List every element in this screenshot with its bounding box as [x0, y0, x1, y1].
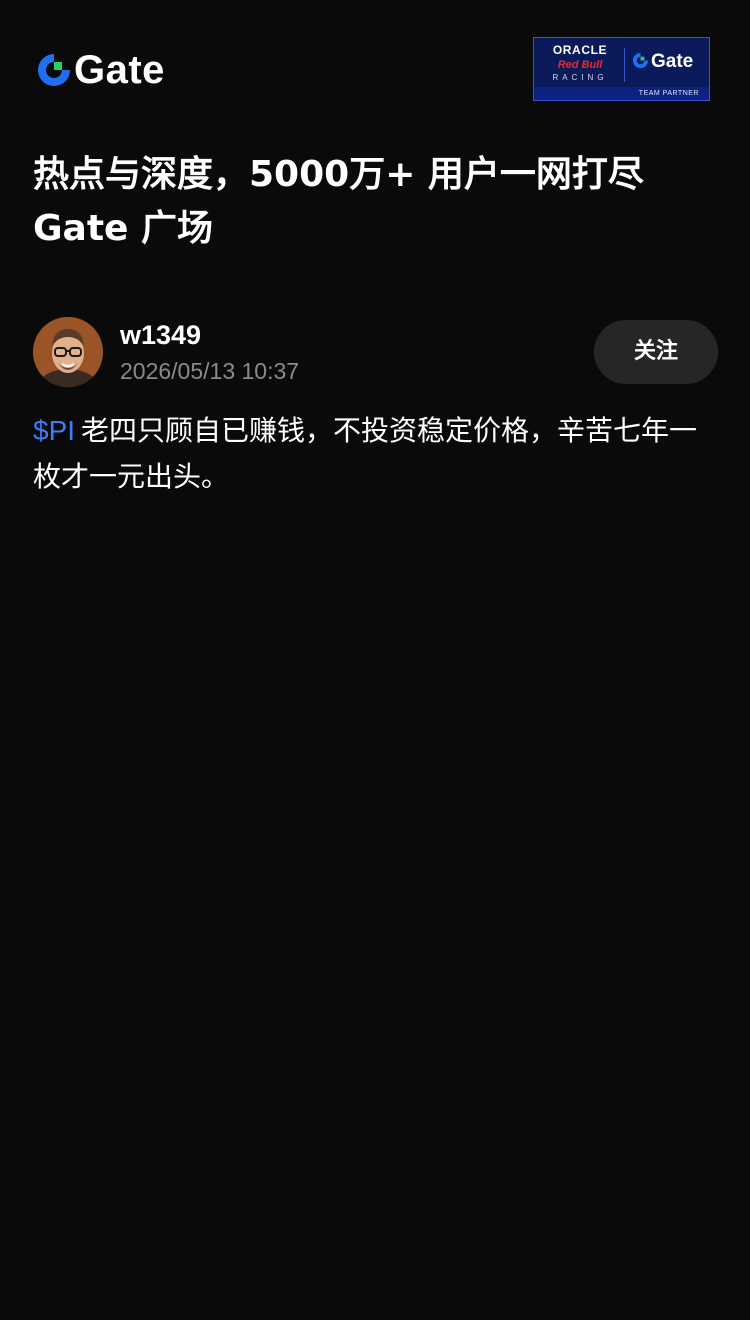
post-text: 老四只顾自已赚钱，不投资稳定价格，辛苦七年一枚才一元出头。 — [33, 414, 698, 493]
gate-logo-icon — [36, 52, 72, 88]
partner-badge[interactable]: ORACLE Red Bull RACING Gate TEAM PARTNER — [533, 37, 710, 101]
badge-gate-logo: Gate — [632, 51, 693, 73]
ticker-link[interactable]: $PI — [33, 415, 75, 446]
oracle-redbull-racing-logo: ORACLE Red Bull RACING — [542, 44, 618, 83]
avatar[interactable] — [33, 317, 103, 387]
badge-oracle-text: ORACLE — [552, 43, 608, 57]
badge-gate-icon — [632, 52, 649, 73]
post-timestamp: 2026/05/13 10:37 — [120, 358, 300, 384]
logo-text: Gate — [74, 48, 165, 92]
headline-line-2: Gate 广场 — [33, 208, 214, 249]
badge-divider — [624, 48, 625, 82]
gate-logo[interactable]: Gate — [36, 50, 165, 90]
badge-redbull-text: Red Bull — [557, 59, 603, 71]
page: Gate ORACLE Red Bull RACING Gate TEAM PA… — [0, 0, 750, 1320]
post-content: $PI 老四只顾自已赚钱，不投资稳定价格，辛苦七年一枚才一元出头。 — [33, 408, 723, 500]
badge-racing-text: RACING — [552, 73, 608, 82]
headline-line-1: 热点与深度，5000万+ 用户一网打尽 — [33, 154, 644, 195]
badge-team-partner-text: TEAM PARTNER — [638, 90, 699, 97]
badge-gate-text: Gate — [651, 51, 694, 72]
follow-button[interactable]: 关注 — [594, 320, 718, 384]
page-headline: 热点与深度，5000万+ 用户一网打尽 Gate 广场 — [33, 148, 723, 256]
author-name[interactable]: w1349 — [120, 318, 201, 352]
header: Gate ORACLE Red Bull RACING Gate TEAM PA… — [0, 0, 750, 130]
